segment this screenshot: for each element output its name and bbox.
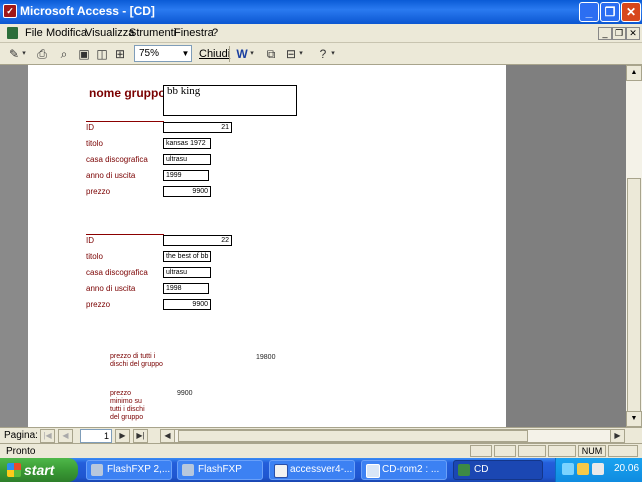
next-page-icon[interactable]: ▶	[115, 429, 130, 443]
scroll-up-icon[interactable]: ▲	[626, 65, 642, 81]
titolo-value: kansas 1972	[163, 138, 211, 149]
anno-label: anno di uscita	[86, 284, 136, 293]
print-icon[interactable]: ⎙	[34, 46, 50, 62]
new-object-dropdown-icon[interactable]: ▾	[297, 46, 305, 62]
close-preview-button[interactable]: Chiudi	[199, 48, 230, 60]
prezzo-label: prezzo	[86, 187, 111, 196]
status-cell	[470, 445, 492, 457]
anno-value: 1998	[163, 283, 209, 294]
total-price-label: prezzo di tutti i dischi del gruppo	[110, 353, 163, 368]
access-app-icon[interactable]: ✓	[3, 4, 17, 18]
flashfxp-icon	[91, 464, 103, 476]
network-icon[interactable]	[562, 463, 574, 475]
one-page-icon[interactable]: ▣	[76, 46, 92, 62]
mdi-close-button[interactable]: ✕	[626, 27, 640, 40]
anno-label: anno di uscita	[86, 171, 136, 180]
status-cell	[518, 445, 546, 457]
last-page-icon[interactable]: ▶|	[133, 429, 148, 443]
flashfxp-icon	[182, 464, 194, 476]
scroll-left-icon[interactable]: ◀	[160, 429, 175, 443]
page-left-margin-strip	[0, 65, 28, 427]
titolo-label: titolo	[86, 252, 103, 261]
restore-button[interactable]: ❐	[600, 2, 620, 22]
report-doc-icon[interactable]	[7, 27, 18, 39]
help-dropdown-icon[interactable]: ▾	[329, 46, 337, 62]
taskbar-item-flashfxp[interactable]: FlashFXP	[177, 460, 263, 480]
security-shield-icon[interactable]	[577, 463, 589, 475]
titolo-value: the best of bb kin	[163, 251, 211, 262]
zoom-magnifier-icon[interactable]: ⌕	[56, 46, 72, 62]
access-report-icon	[458, 464, 470, 476]
menu-file[interactable]: File	[25, 27, 43, 39]
menu-help[interactable]: ?	[212, 27, 218, 39]
menu-finestra[interactable]: Finestra	[174, 27, 214, 39]
record-divider-line	[86, 234, 164, 235]
office-links-dropdown-icon[interactable]: ▾	[248, 46, 256, 62]
taskbar-item-cd-rom2[interactable]: CD-rom2 : ...	[361, 460, 447, 480]
casa-discografica-value: ultrasu	[163, 267, 211, 278]
volume-icon[interactable]	[592, 463, 604, 475]
id-value: 21	[163, 122, 232, 133]
status-cell	[548, 445, 576, 457]
taskbar: start FlashFXP 2,... FlashFXP accessver4…	[0, 458, 642, 482]
casa-discografica-label: casa discografica	[86, 155, 148, 164]
prezzo-label: prezzo	[86, 300, 111, 309]
taskbar-item-cd[interactable]: CD	[453, 460, 543, 480]
minimize-button[interactable]: _	[579, 2, 599, 22]
word-icon	[274, 464, 288, 478]
menu-bar: File Modifica Visualizza Strumenti Fines…	[0, 24, 642, 43]
page-number-input[interactable]: 1	[80, 429, 112, 443]
report-page	[28, 65, 506, 427]
id-label: ID	[86, 236, 94, 245]
casa-discografica-label: casa discografica	[86, 268, 148, 277]
menu-visualizza[interactable]: Visualizza	[85, 27, 134, 39]
multiple-pages-icon[interactable]: ⊞	[112, 46, 128, 62]
previous-page-icon[interactable]: ◀	[58, 429, 73, 443]
menu-modifica[interactable]: Modifica	[46, 27, 87, 39]
status-text: Pronto	[6, 446, 36, 457]
min-price-value: 9900	[177, 390, 193, 397]
title-bar[interactable]: ✓ Microsoft Access - [CD] _ ❐ ✕	[0, 0, 642, 24]
prezzo-value: 9900	[163, 186, 211, 197]
record-divider-line	[86, 121, 164, 122]
toolbar: ✎ ▾ ⎙ ⌕ ▣ ◫ ⊞ 75% ▼ Chiudi W ▾ ⧉ ⊟ ▾ ? ▾	[0, 43, 642, 65]
min-price-label: prezzo minimo su tutti i dischi del grup…	[110, 390, 145, 421]
view-dropdown-arrow-icon[interactable]: ▾	[20, 46, 28, 62]
titolo-label: titolo	[86, 139, 103, 148]
anno-value: 1999	[163, 170, 209, 181]
scroll-right-icon[interactable]: ▶	[610, 429, 625, 443]
status-bar: Pronto NUM	[0, 443, 642, 458]
status-cell	[608, 445, 638, 457]
page-navigation-bar: Pagina: |◀ ◀ 1 ▶ ▶| ◀ ▶	[0, 427, 642, 443]
total-price-value: 19800	[256, 354, 276, 361]
access-window-icon	[366, 464, 380, 478]
taskbar-item-flashfxp-2[interactable]: FlashFXP 2,...	[86, 460, 172, 480]
id-value: 22	[163, 235, 232, 246]
status-cell	[494, 445, 516, 457]
taskbar-clock[interactable]: 20.06	[614, 463, 639, 474]
horizontal-scroll-thumb[interactable]	[178, 430, 528, 442]
zoom-dropdown-arrow-icon[interactable]: ▼	[180, 46, 191, 61]
mdi-minimize-button[interactable]: _	[598, 27, 612, 40]
taskbar-item-accessver4[interactable]: accessver4-...	[269, 460, 355, 480]
group-name-label: nome gruppo	[89, 86, 166, 100]
prezzo-value: 9900	[163, 299, 211, 310]
menu-strumenti[interactable]: Strumenti	[129, 27, 176, 39]
mdi-restore-button[interactable]: ❐	[612, 27, 626, 40]
window-title: Microsoft Access - [CD]	[20, 4, 155, 18]
casa-discografica-value: ultrasu	[163, 154, 211, 165]
scroll-down-icon[interactable]: ▼	[626, 411, 642, 427]
num-lock-indicator: NUM	[578, 445, 606, 457]
vertical-scroll-thumb[interactable]	[627, 178, 641, 418]
first-page-icon[interactable]: |◀	[40, 429, 55, 443]
id-label: ID	[86, 123, 94, 132]
windows-logo-icon	[7, 463, 21, 477]
toolbar-separator	[229, 46, 230, 62]
database-window-icon[interactable]: ⧉	[263, 46, 279, 62]
page-label: Pagina:	[4, 430, 38, 441]
group-name-value: bb king	[163, 85, 297, 116]
close-button[interactable]: ✕	[621, 2, 641, 22]
two-pages-icon[interactable]: ◫	[94, 46, 110, 62]
